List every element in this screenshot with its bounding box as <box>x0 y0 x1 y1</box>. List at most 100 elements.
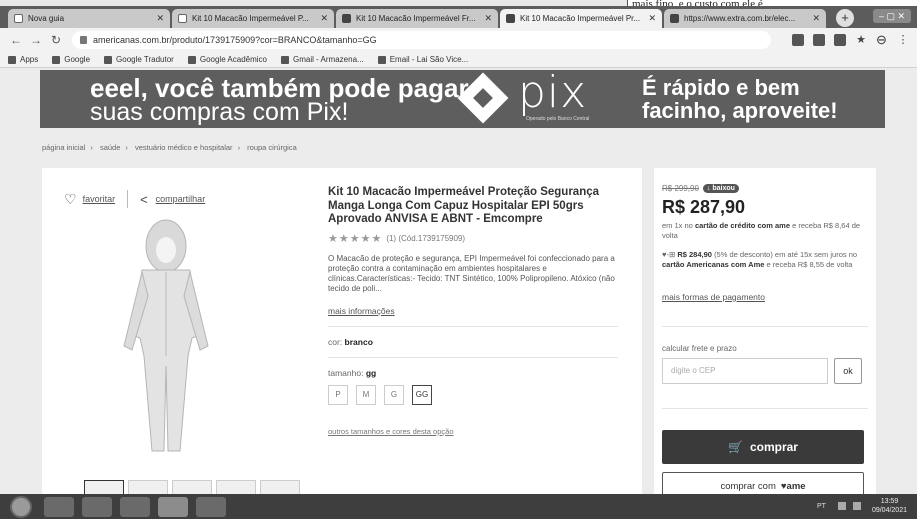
profile-icon[interactable]: ⊖ <box>876 33 888 46</box>
size-option-m[interactable]: M <box>356 384 376 405</box>
site-icon <box>342 14 351 23</box>
product-image[interactable] <box>106 216 226 461</box>
product-title: Kit 10 Macacão Impermeável Proteção Segu… <box>328 186 600 225</box>
other-options-link[interactable]: outros tamanhos e cores desta opção <box>328 427 618 436</box>
bookmark-email[interactable]: Email - Lai São Vice... <box>377 55 468 64</box>
new-tab-button[interactable]: + <box>836 9 854 27</box>
window-controls[interactable]: – ▢ ✕ <box>873 9 911 23</box>
product-actions: ♡ favoritar < compartilhar <box>64 190 205 208</box>
bookmarks-bar: Apps Google Google Tradutor Google Acadê… <box>0 52 917 68</box>
close-icon[interactable]: ✕ <box>484 13 492 24</box>
breadcrumb-item[interactable]: saúde <box>100 143 120 152</box>
volume-icon[interactable] <box>852 502 861 510</box>
thumbnail[interactable] <box>84 480 124 494</box>
installment-info: em 1x no cartão de crédito com ame e rec… <box>662 221 861 240</box>
bookmark-star-icon[interactable]: ★ <box>855 34 867 46</box>
start-button[interactable] <box>10 495 32 518</box>
clock-date: 09/04/2021 <box>871 507 907 514</box>
size-option-gg[interactable]: GG <box>412 384 432 405</box>
breadcrumb-separator: › <box>237 143 241 152</box>
pix-icon: ♥-⊞ <box>662 250 676 259</box>
banner-right-line-1: É rápido e bem <box>642 75 800 100</box>
divider <box>662 408 868 409</box>
thumbnail[interactable] <box>260 480 300 494</box>
taskbar-app-media[interactable] <box>120 496 150 517</box>
cep-input[interactable]: digite o CEP <box>662 358 828 384</box>
thumbnail[interactable] <box>172 480 212 494</box>
tab-product-alt[interactable]: Kit 10 Macacão Impermeável Fr... ✕ <box>336 9 498 28</box>
tab-product-active[interactable]: Kit 10 Macacão Impermeável Pr... ✕ <box>500 9 662 28</box>
size-option-p[interactable]: P <box>328 384 348 405</box>
taskbar-app-other[interactable] <box>196 496 226 517</box>
back-icon[interactable]: ← <box>8 33 24 47</box>
lock-icon <box>80 36 87 44</box>
tab-strip: Nova guia ✕ Kit 10 Macacão Impermeável P… <box>0 6 917 28</box>
buy-label: comprar <box>749 440 798 454</box>
price-drop-badge: ↓ baixou <box>702 184 739 193</box>
breadcrumb-item[interactable]: roupa cirúrgica <box>247 143 297 152</box>
freight-label: calcular frete e prazo <box>662 344 737 353</box>
breadcrumb-item[interactable]: página inicial <box>42 143 85 152</box>
extension-icon[interactable] <box>813 34 825 46</box>
extension-icon[interactable] <box>792 34 804 46</box>
breadcrumb-separator: › <box>90 143 93 152</box>
favorite-link[interactable]: favoritar <box>83 194 116 204</box>
rating-count: (1) <box>386 233 397 243</box>
old-price-row: R$ 299,90 ↓ baixou <box>662 184 739 193</box>
pix-wordmark: pix <box>518 68 588 118</box>
more-info-link[interactable]: mais informações <box>328 306 618 316</box>
bookmark-apps[interactable]: Apps <box>8 55 38 64</box>
thumbnail[interactable] <box>216 480 256 494</box>
reload-icon[interactable]: ↻ <box>48 33 64 47</box>
product-code: (Cód.1739175909) <box>398 233 466 243</box>
rating-stars: ★★★★★ <box>328 232 383 245</box>
pix-price-info: ♥-⊞ R$ 284,90 (5% de desconto) em até 15… <box>662 250 858 269</box>
site-icon <box>506 14 515 23</box>
menu-icon[interactable]: ⋮ <box>897 34 909 46</box>
breadcrumb: página inicial › saúde › vestuário médico … <box>42 143 297 152</box>
bookmark-google[interactable]: Google <box>52 55 90 64</box>
size-value: gg <box>365 367 377 378</box>
forward-icon[interactable]: → <box>28 33 44 47</box>
thumbnail[interactable] <box>128 480 168 494</box>
heart-icon[interactable]: ♡ <box>64 191 77 208</box>
system-tray: PT 13:59 09/04/2021 <box>817 497 907 515</box>
product-rating[interactable]: ★★★★★ (1) (Cód.1739175909) <box>328 232 618 245</box>
tab-extra[interactable]: https://www.extra.com.br/elec... ✕ <box>664 9 826 28</box>
taskbar-app-chrome[interactable] <box>158 496 188 517</box>
tab-new[interactable]: Nova guia ✕ <box>8 9 170 28</box>
browser-toolbar: ← → ↻ americanas.com.br/produto/17391759… <box>0 28 917 52</box>
taskbar-app-ie[interactable] <box>44 496 74 517</box>
extension-icon[interactable] <box>834 34 846 46</box>
email-icon <box>377 55 386 64</box>
toolbar-icons: ★ ⊖ ⋮ <box>783 33 909 46</box>
cep-ok-button[interactable]: ok <box>834 358 862 384</box>
bookmark-scholar[interactable]: Google Acadêmico <box>187 55 267 64</box>
ame-logo: ♥ame <box>780 480 806 492</box>
screenshot-frame: mais fino, e o custo com ele é Nova guia… <box>0 0 917 519</box>
current-price: R$ 287,90 <box>662 197 746 217</box>
share-link[interactable]: compartilhar <box>156 194 206 204</box>
taskbar-app-explorer[interactable] <box>82 496 112 517</box>
close-icon[interactable]: ✕ <box>812 13 820 24</box>
buy-button[interactable]: 🛒 comprar <box>662 430 864 464</box>
bookmark-gmail[interactable]: Gmail - Armazena... <box>281 55 364 64</box>
close-icon[interactable]: ✕ <box>156 13 164 24</box>
payment-options-link[interactable]: mais formas de pagamento <box>662 292 765 302</box>
pix-banner[interactable]: eeel, você também pode pagar suas compra… <box>40 70 885 128</box>
clock[interactable]: 13:59 09/04/2021 <box>872 497 907 515</box>
google-icon <box>178 14 187 23</box>
language-indicator[interactable]: PT <box>817 503 826 510</box>
tab-google[interactable]: Kit 10 Macacão Impermeável P... ✕ <box>172 9 334 28</box>
share-icon[interactable]: < <box>140 192 148 207</box>
size-label: tamanho: <box>328 367 364 378</box>
bookmark-translate[interactable]: Google Tradutor <box>104 55 174 64</box>
breadcrumb-item[interactable]: vestuário médico e hospitalar <box>135 143 233 152</box>
network-icon[interactable] <box>837 502 846 510</box>
close-icon[interactable]: ✕ <box>648 13 656 24</box>
close-icon[interactable]: ✕ <box>320 13 328 24</box>
size-option-g[interactable]: G <box>384 384 404 405</box>
address-bar[interactable]: americanas.com.br/produto/1739175909?cor… <box>72 31 771 49</box>
buy-with-ame-button[interactable]: comprar com ♥ame <box>662 472 864 494</box>
size-options: P M G GG <box>328 384 618 405</box>
